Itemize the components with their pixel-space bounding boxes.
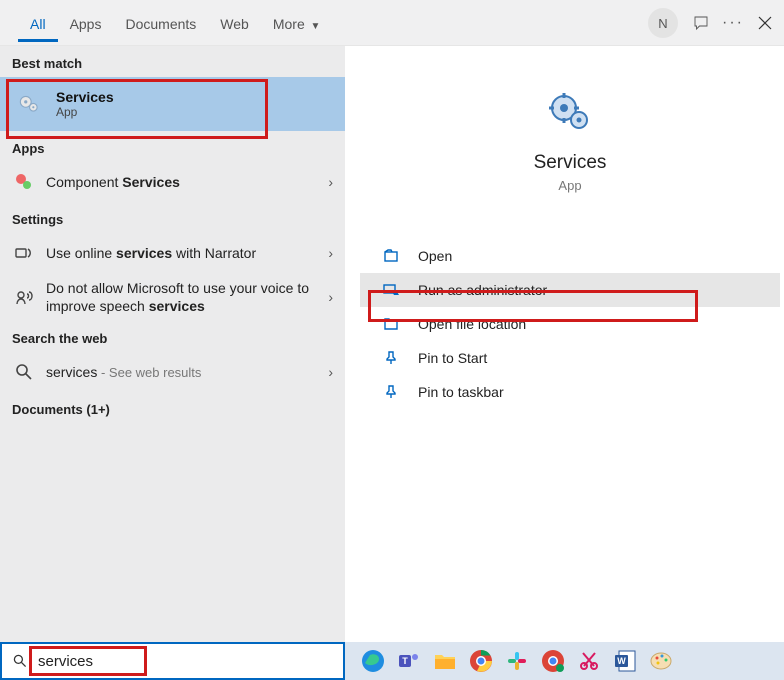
taskbar-chrome2-icon[interactable] — [539, 647, 567, 675]
admin-icon — [382, 281, 400, 299]
setting-label: Use online services with Narrator — [46, 244, 328, 262]
action-open-file-location[interactable]: Open file location — [360, 307, 780, 341]
tab-apps[interactable]: Apps — [58, 4, 114, 42]
svg-text:T: T — [402, 656, 408, 666]
services-large-icon — [546, 90, 594, 138]
best-match-subtitle: App — [56, 105, 114, 119]
close-icon[interactable] — [756, 14, 774, 32]
settings-header: Settings — [0, 202, 345, 233]
action-label: Pin to Start — [418, 350, 487, 366]
component-services-icon — [14, 172, 34, 192]
taskbar: T W — [0, 642, 784, 680]
action-pin-to-start[interactable]: Pin to Start — [360, 341, 780, 375]
taskbar-paint-icon[interactable] — [647, 647, 675, 675]
web-result-label: services - See web results — [46, 363, 328, 382]
taskbar-slack-icon[interactable] — [503, 647, 531, 675]
results-panel: Best match Services App Apps Component S… — [0, 46, 345, 642]
setting-label: Do not allow Microsoft to use your voice… — [46, 279, 328, 315]
pin-icon — [382, 383, 400, 401]
action-run-as-administrator[interactable]: Run as administrator — [360, 273, 780, 307]
best-match-title: Services — [56, 89, 114, 105]
search-web-header: Search the web — [0, 321, 345, 352]
best-match-services[interactable]: Services App — [0, 77, 345, 131]
taskbar-snip-icon[interactable] — [575, 647, 603, 675]
search-box[interactable] — [0, 642, 345, 680]
speech-icon — [14, 287, 34, 307]
preview-panel: Services App Open Run as administrator O… — [360, 60, 780, 638]
chevron-down-icon: ▼ — [308, 21, 321, 32]
narrator-icon — [14, 243, 34, 263]
apps-item-label: Component Services — [46, 173, 328, 191]
taskbar-teams-icon[interactable]: T — [395, 647, 423, 675]
taskbar-apps: T W — [345, 647, 675, 675]
tab-all[interactable]: All — [18, 4, 58, 42]
search-icon — [14, 362, 34, 382]
action-open[interactable]: Open — [360, 239, 780, 273]
apps-header: Apps — [0, 131, 345, 162]
preview-subtitle: App — [360, 178, 780, 193]
tab-web[interactable]: Web — [208, 4, 261, 42]
taskbar-chrome-icon[interactable] — [467, 647, 495, 675]
folder-icon — [382, 315, 400, 333]
chevron-right-icon: › — [328, 245, 333, 261]
chevron-right-icon: › — [328, 174, 333, 190]
more-options-icon[interactable]: ··· — [724, 14, 742, 32]
search-header: All Apps Documents Web More ▼ N ··· — [0, 0, 784, 46]
action-label: Open — [418, 248, 452, 264]
feedback-icon[interactable] — [692, 14, 710, 32]
setting-speech-services[interactable]: Do not allow Microsoft to use your voice… — [0, 273, 345, 321]
search-input[interactable] — [38, 653, 298, 670]
documents-header: Documents (1+) — [0, 392, 345, 423]
action-pin-to-taskbar[interactable]: Pin to taskbar — [360, 375, 780, 409]
apps-item-component-services[interactable]: Component Services › — [0, 162, 345, 202]
web-result-services[interactable]: services - See web results › — [0, 352, 345, 392]
tab-more[interactable]: More ▼ — [261, 4, 333, 42]
taskbar-word-icon[interactable]: W — [611, 647, 639, 675]
chevron-right-icon: › — [328, 364, 333, 380]
taskbar-explorer-icon[interactable] — [431, 647, 459, 675]
pin-icon — [382, 349, 400, 367]
action-label: Pin to taskbar — [418, 384, 504, 400]
chevron-right-icon: › — [328, 289, 333, 305]
search-icon — [12, 653, 28, 669]
best-match-header: Best match — [0, 46, 345, 77]
svg-text:W: W — [617, 656, 626, 666]
user-avatar[interactable]: N — [648, 8, 678, 38]
setting-narrator-services[interactable]: Use online services with Narrator › — [0, 233, 345, 273]
gears-icon — [16, 91, 42, 117]
action-label: Open file location — [418, 316, 526, 332]
open-icon — [382, 247, 400, 265]
taskbar-edge-icon[interactable] — [359, 647, 387, 675]
action-label: Run as administrator — [418, 282, 547, 298]
tab-documents[interactable]: Documents — [113, 4, 208, 42]
preview-title: Services — [360, 152, 780, 174]
